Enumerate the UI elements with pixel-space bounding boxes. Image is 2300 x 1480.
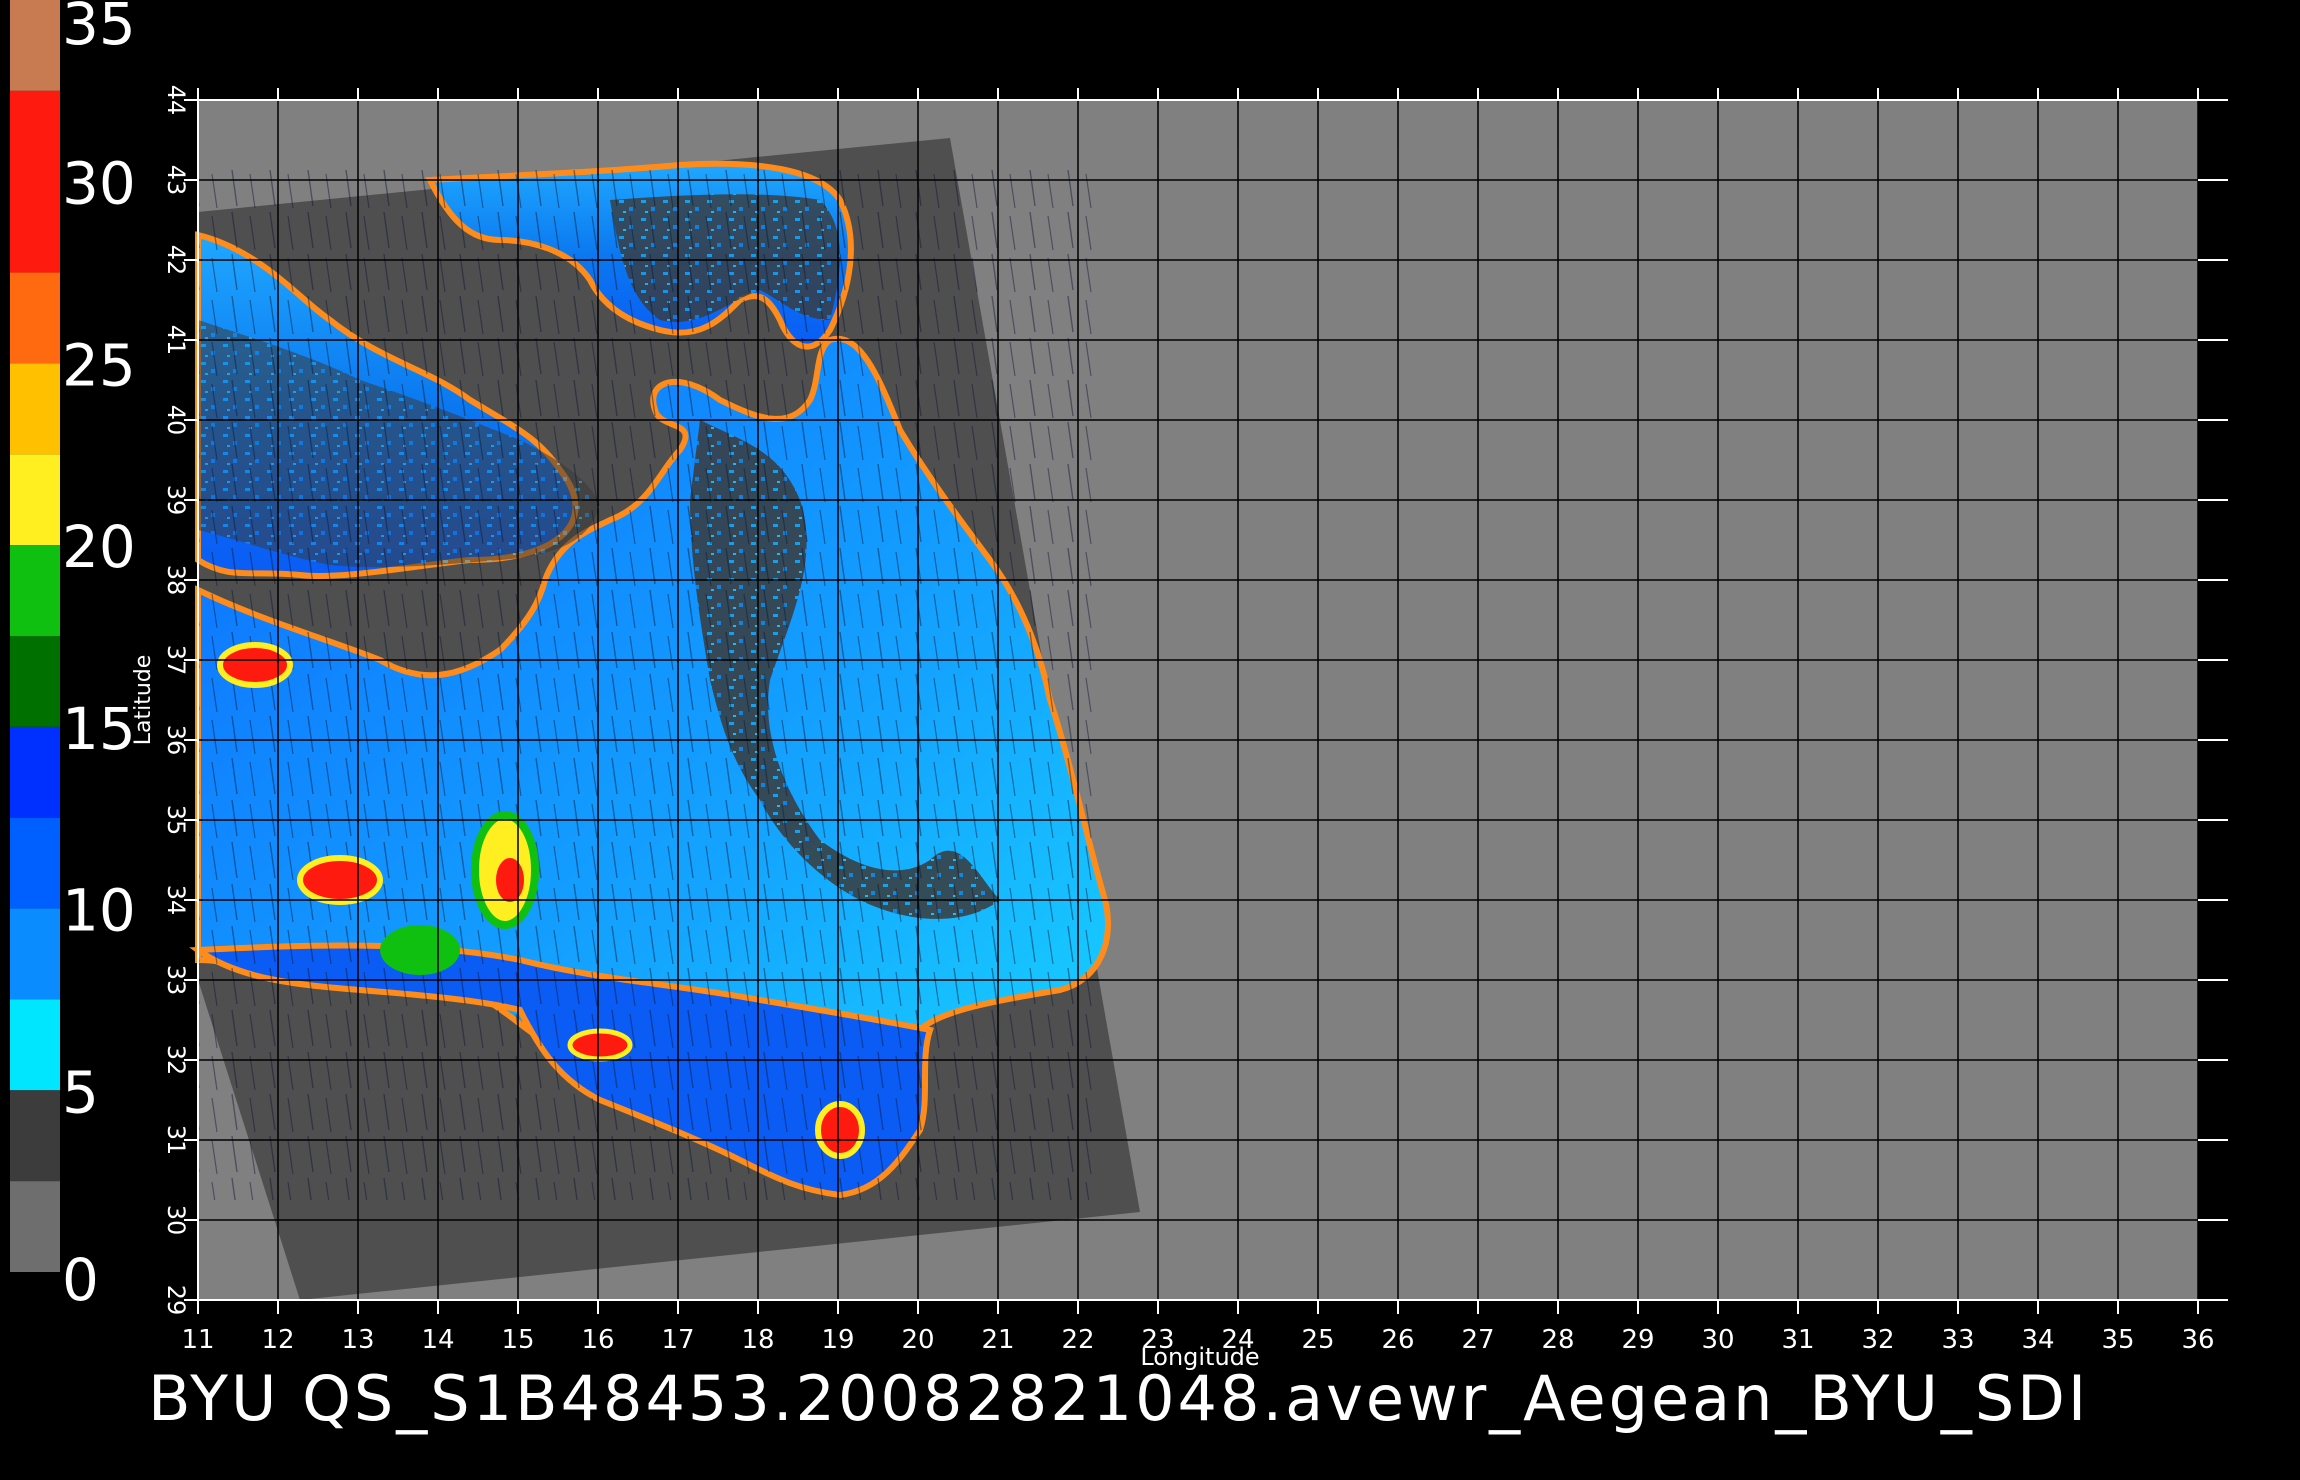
- lat-tick-label: 38: [162, 565, 190, 596]
- colorbar-segment: [10, 908, 60, 1000]
- lon-tick-label: 29: [1621, 1325, 1654, 1355]
- colorbar-segment: [10, 999, 60, 1091]
- map-plot-area: [189, 99, 2199, 1301]
- lon-tick-label: 36: [2181, 1325, 2214, 1355]
- colorbar-label: 20: [62, 513, 136, 581]
- lat-tick-label: 39: [162, 485, 190, 516]
- lon-tick-label: 12: [261, 1325, 294, 1355]
- lon-tick-label: 35: [2101, 1325, 2134, 1355]
- colorbar-segment: [10, 545, 60, 636]
- lon-tick-label: 26: [1381, 1325, 1414, 1355]
- lon-tick-label: 18: [741, 1325, 774, 1355]
- colorbar-label: 10: [62, 877, 136, 945]
- lat-tick-label: 40: [162, 405, 190, 436]
- lon-tick-label: 22: [1061, 1325, 1094, 1355]
- lon-tick-label: 33: [1941, 1325, 1974, 1355]
- latitude-tick-labels: 29 30 31 32 33 34 35 36 37 38 39 40 41 42 43 44: [162, 85, 190, 1316]
- lat-tick-label: 29: [162, 1285, 190, 1316]
- colorbar-label: 30: [62, 150, 136, 218]
- lat-tick-label: 30: [162, 1205, 190, 1236]
- lon-tick-label: 11: [181, 1325, 214, 1355]
- wind-vectors: [198, 170, 1098, 1200]
- lon-tick-label: 31: [1781, 1325, 1814, 1355]
- wind-zone-south: [567, 1028, 633, 1062]
- lon-tick-label: 16: [581, 1325, 614, 1355]
- lat-tick-label: 41: [162, 325, 190, 356]
- lon-tick-label: 20: [901, 1325, 934, 1355]
- lat-tick-label: 35: [162, 805, 190, 836]
- colorbar-label: 15: [62, 695, 136, 763]
- lat-tick-label: 44: [162, 85, 190, 116]
- colorbar-segment: [10, 636, 60, 727]
- lon-tick-label: 25: [1301, 1325, 1334, 1355]
- lon-tick-label: 28: [1541, 1325, 1574, 1355]
- colorbar-segment: [10, 817, 60, 909]
- wind-zone-central-core: [496, 858, 524, 902]
- colorbar-segment: [10, 726, 60, 818]
- wind-zone-west: [217, 642, 293, 688]
- lon-tick-label: 17: [661, 1325, 694, 1355]
- lat-tick-label: 31: [162, 1125, 190, 1156]
- lat-tick-label: 37: [162, 645, 190, 676]
- colorbar-segment: [10, 363, 60, 455]
- colorbar-segment: [10, 272, 60, 364]
- colorbar-label: 35: [62, 0, 136, 58]
- scatterometer-map: 11 12 13 14 15 16 17 18 19 20 21 22 23 24 25 26 27 28 29 30…: [10, 0, 2228, 1371]
- wind-zone-crete: [815, 1101, 865, 1159]
- wind-zone-green: [380, 925, 460, 975]
- colorbar-segment: [10, 90, 60, 273]
- lon-tick-label: 34: [2021, 1325, 2054, 1355]
- lon-tick-label: 27: [1461, 1325, 1494, 1355]
- colorbar-label: 5: [62, 1058, 99, 1126]
- lon-tick-label: 19: [821, 1325, 854, 1355]
- lon-tick-label: 14: [421, 1325, 454, 1355]
- wind-zone-south-west: [297, 855, 383, 905]
- colorbar-labels: 35 30 25 20 15 10 5 0: [62, 0, 136, 1314]
- colorbar-segment: [10, 0, 60, 91]
- lon-tick-label: 15: [501, 1325, 534, 1355]
- colorbar-segment: [10, 1090, 60, 1182]
- colorbar-label: 0: [62, 1246, 99, 1314]
- lat-tick-label: 33: [162, 965, 190, 996]
- lat-tick-label: 32: [162, 1045, 190, 1076]
- lon-tick-label: 32: [1861, 1325, 1894, 1355]
- image-title: BYU QS_S1B48453.20082821048.avewr_Aegean…: [148, 1362, 2090, 1435]
- wind-speed-colorbar: [10, 0, 60, 1272]
- colorbar-segment: [10, 1181, 60, 1272]
- colorbar-segment: [10, 454, 60, 546]
- lat-tick-label: 34: [162, 885, 190, 916]
- lat-tick-label: 42: [162, 245, 190, 276]
- lon-tick-label: 21: [981, 1325, 1014, 1355]
- colorbar-label: 25: [62, 331, 136, 399]
- lat-tick-label: 43: [162, 165, 190, 196]
- lon-tick-label: 30: [1701, 1325, 1734, 1355]
- lat-tick-label: 36: [162, 725, 190, 756]
- lon-tick-label: 13: [341, 1325, 374, 1355]
